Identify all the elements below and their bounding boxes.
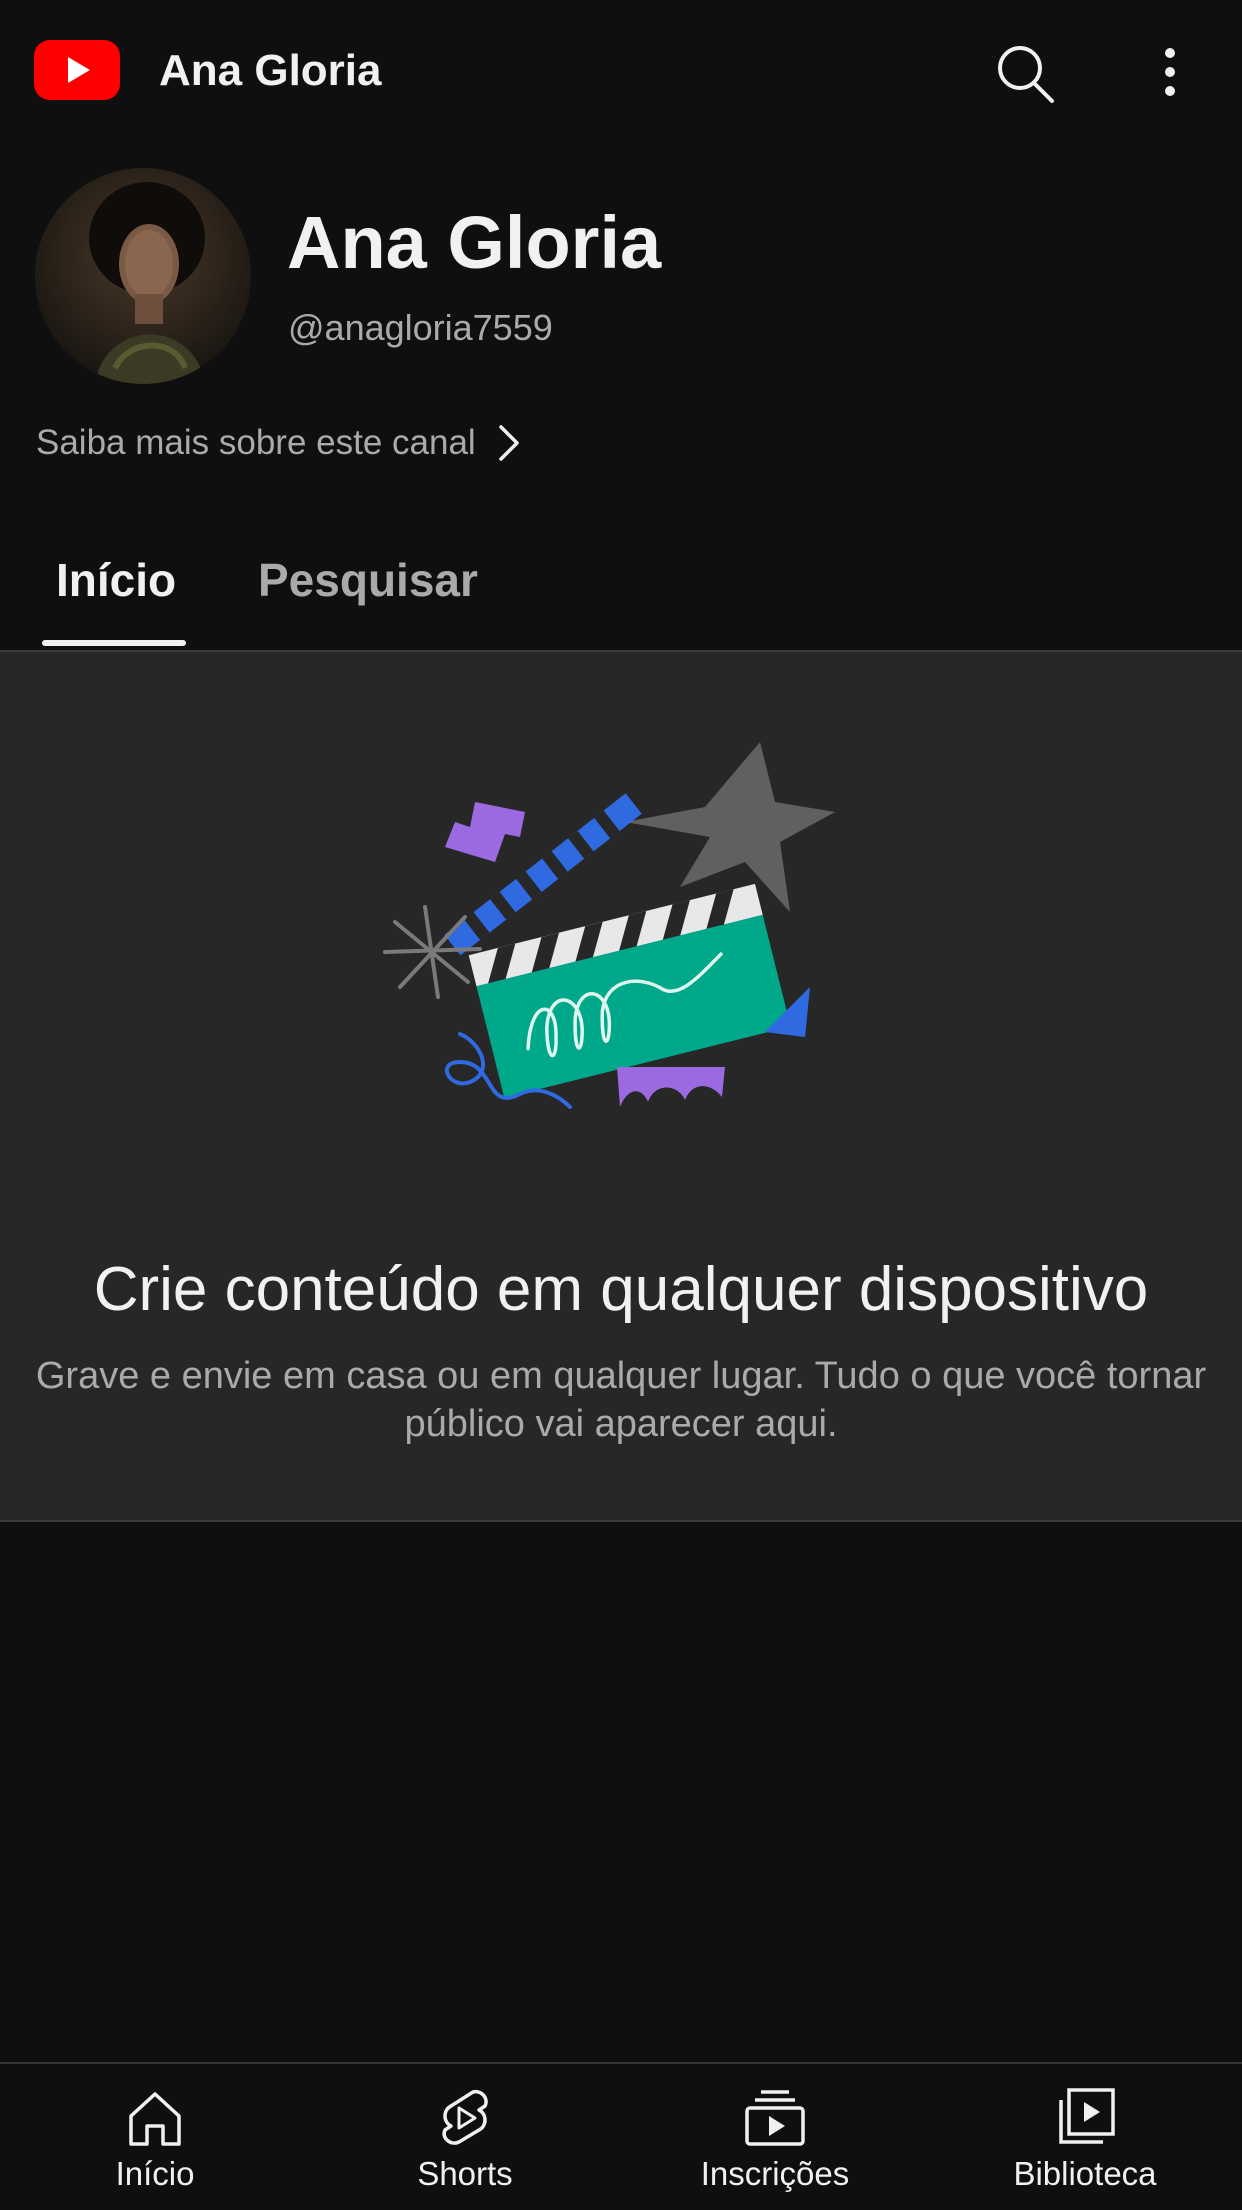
about-channel-label: Saiba mais sobre este canal <box>36 423 476 462</box>
nav-item-inicio[interactable]: Início <box>0 2064 310 2210</box>
more-vertical-icon[interactable] <box>1150 38 1190 108</box>
subscriptions-icon <box>745 2090 805 2146</box>
nav-label-biblioteca: Biblioteca <box>1013 2155 1157 2192</box>
chevron-right-icon <box>498 425 519 461</box>
app-bar-title: Ana Gloria <box>159 46 382 95</box>
nav-label-inicio: Início <box>115 2155 195 2192</box>
empty-state-description: Grave e envie em casa ou em qualquer lug… <box>35 1355 1207 1445</box>
nav-item-shorts[interactable]: Shorts <box>310 2064 620 2210</box>
nav-item-inscricoes[interactable]: Inscrições <box>620 2064 930 2210</box>
nav-label-inscricoes: Inscrições <box>700 2155 850 2192</box>
nav-item-biblioteca[interactable]: Biblioteca <box>930 2064 1240 2210</box>
nav-label-shorts: Shorts <box>417 2155 513 2192</box>
channel-name: Ana Gloria <box>287 201 662 284</box>
home-icon <box>129 2092 181 2146</box>
empty-state-title: Crie conteúdo em qualquer dispositivo <box>93 1255 1149 1324</box>
empty-state-panel: Crie conteúdo em qualquer dispositivo Gr… <box>0 652 1242 1522</box>
avatar-photo <box>35 168 251 384</box>
clapperboard-illustration <box>383 742 835 1109</box>
youtube-logo-icon[interactable] <box>34 40 120 100</box>
channel-handle: @anagloria7559 <box>288 307 553 348</box>
channel-tabs: Início Pesquisar <box>0 520 1242 652</box>
tab-inicio[interactable]: Início <box>56 550 176 610</box>
search-icon[interactable] <box>990 38 1060 108</box>
top-app-bar: Ana Gloria <box>0 0 1242 142</box>
tab-selected-indicator <box>42 640 186 646</box>
shorts-icon <box>442 2089 488 2145</box>
library-icon <box>1059 2088 1115 2144</box>
channel-avatar[interactable] <box>35 168 251 384</box>
about-channel-link[interactable]: Saiba mais sobre este canal <box>36 418 522 468</box>
tab-pesquisar[interactable]: Pesquisar <box>258 550 478 610</box>
bottom-navigation: Início Shorts Inscrições Biblioteca <box>0 2062 1242 2210</box>
